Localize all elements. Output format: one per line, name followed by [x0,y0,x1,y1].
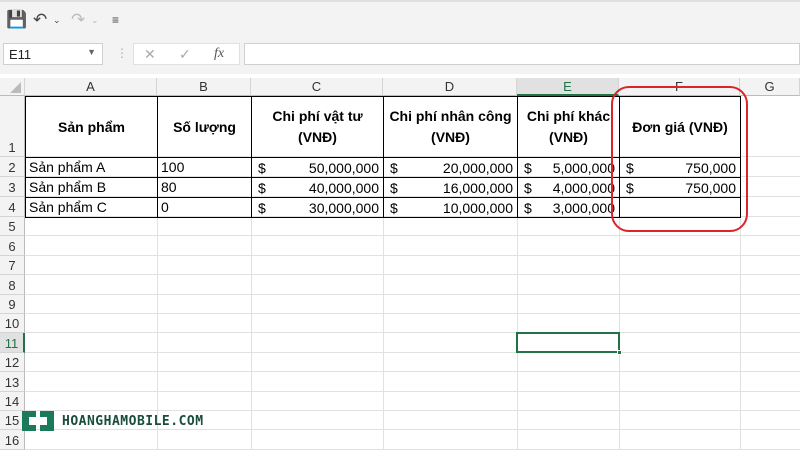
gridline [25,274,800,276]
currency-symbol: $ [524,200,532,216]
cell-name[interactable]: Sản phẩm A [25,157,158,178]
amount: 30,000,000 [308,200,379,216]
row-header-7[interactable]: 7 [0,255,25,276]
row-header-6[interactable]: 6 [0,236,25,256]
row-header-4[interactable]: 4 [0,197,25,217]
row-header-10[interactable]: 10 [0,314,25,334]
cell-name[interactable]: Sản phẩm B [25,177,158,198]
currency-symbol: $ [258,200,266,216]
currency-symbol: $ [390,160,398,176]
cell-other[interactable]: $5,000,000 [517,157,620,178]
gridline [25,371,800,373]
column-header-A[interactable]: A [25,78,157,96]
currency-symbol: $ [258,160,266,176]
row-header-1[interactable]: 1 [0,96,25,157]
redo-icon[interactable]: ↷ [71,10,85,30]
cell-material[interactable]: $30,000,000 [251,197,384,218]
amount: 20,000,000 [442,160,513,176]
name-box-value: E11 [9,47,32,62]
watermark-text: HOANGHAMOBILE.COM [62,413,204,429]
cell-other[interactable]: $3,000,000 [517,197,620,218]
undo-dropdown-icon[interactable]: ⌄ [53,15,61,26]
logo-icon [22,411,54,431]
row-header-3[interactable]: 3 [0,177,25,197]
cell-qty[interactable]: 100 [157,157,252,178]
currency-symbol: $ [390,180,398,196]
cell-qty[interactable]: 0 [157,197,252,218]
column-header-E[interactable]: E [517,78,619,96]
amount: 4,000,000 [552,180,615,196]
chevron-down-icon[interactable]: ▼ [87,47,96,57]
gridline [25,390,800,392]
customize-icon[interactable]: ≡ [112,13,119,27]
formula-input[interactable] [244,43,800,65]
column-header-B[interactable]: B [157,78,251,96]
row-header-9[interactable]: 9 [0,294,25,314]
selected-cell-E11[interactable] [516,332,622,355]
currency-symbol: $ [524,180,532,196]
row-header-5[interactable]: 5 [0,217,25,237]
undo-icon[interactable]: ↶ [33,10,47,30]
amount: 10,000,000 [442,200,513,216]
header-cell[interactable]: Chi phí nhân công (VNĐ) [383,96,518,158]
grip-icon: ⋮ [116,46,128,60]
cell-name[interactable]: Sản phẩm C [25,197,158,218]
row-header-13[interactable]: 13 [0,372,25,392]
cell-material[interactable]: $50,000,000 [251,157,384,178]
redo-dropdown-icon[interactable]: ⌄ [91,15,99,26]
row-header-12[interactable]: 12 [0,352,25,373]
amount: 5,000,000 [552,160,615,176]
column-header-D[interactable]: D [383,78,517,96]
cell-labor[interactable]: $10,000,000 [383,197,518,218]
row-header-11[interactable]: 11 [0,333,25,353]
currency-symbol: $ [258,180,266,196]
cell-labor[interactable]: $20,000,000 [383,157,518,178]
amount: 40,000,000 [308,180,379,196]
gridline [25,293,800,295]
watermark-logo: HOANGHAMOBILE.COM [18,407,204,435]
save-icon[interactable]: 💾 [6,10,27,30]
cell-labor[interactable]: $16,000,000 [383,177,518,198]
formula-buttons: ✕ ✓ fx [133,43,240,65]
row-header-8[interactable]: 8 [0,275,25,295]
amount: 50,000,000 [308,160,379,176]
currency-symbol: $ [390,200,398,216]
amount: 16,000,000 [442,180,513,196]
cell-material[interactable]: $40,000,000 [251,177,384,198]
cell-qty[interactable]: 80 [157,177,252,198]
name-box[interactable]: E11 ▼ [3,43,103,65]
gridline [25,254,800,256]
header-cell[interactable]: Số lượng [157,96,252,158]
formula-bar: E11 ▼ ⋮ ✕ ✓ fx [0,38,800,74]
cell-other[interactable]: $4,000,000 [517,177,620,198]
fx-icon[interactable]: fx [214,46,224,62]
gridline [25,351,800,353]
row-header-2[interactable]: 2 [0,157,25,177]
header-cell[interactable]: Chi phí vật tư (VNĐ) [251,96,384,158]
cancel-icon[interactable]: ✕ [144,46,156,63]
gridline [25,313,800,314]
enter-icon[interactable]: ✓ [179,46,191,63]
column-header-C[interactable]: C [251,78,383,96]
quick-access-toolbar: 💾 ↶ ⌄ ↷ ⌄ ≡ [0,0,800,38]
highlight-circle [611,86,748,232]
header-cell[interactable]: Chi phí khác (VNĐ) [517,96,620,158]
amount: 3,000,000 [552,200,615,216]
header-cell[interactable]: Sản phẩm [25,96,158,158]
currency-symbol: $ [524,160,532,176]
gridline [25,235,800,237]
column-header-G[interactable]: G [740,78,800,96]
gridline [25,332,800,334]
select-all-button[interactable] [0,78,25,96]
